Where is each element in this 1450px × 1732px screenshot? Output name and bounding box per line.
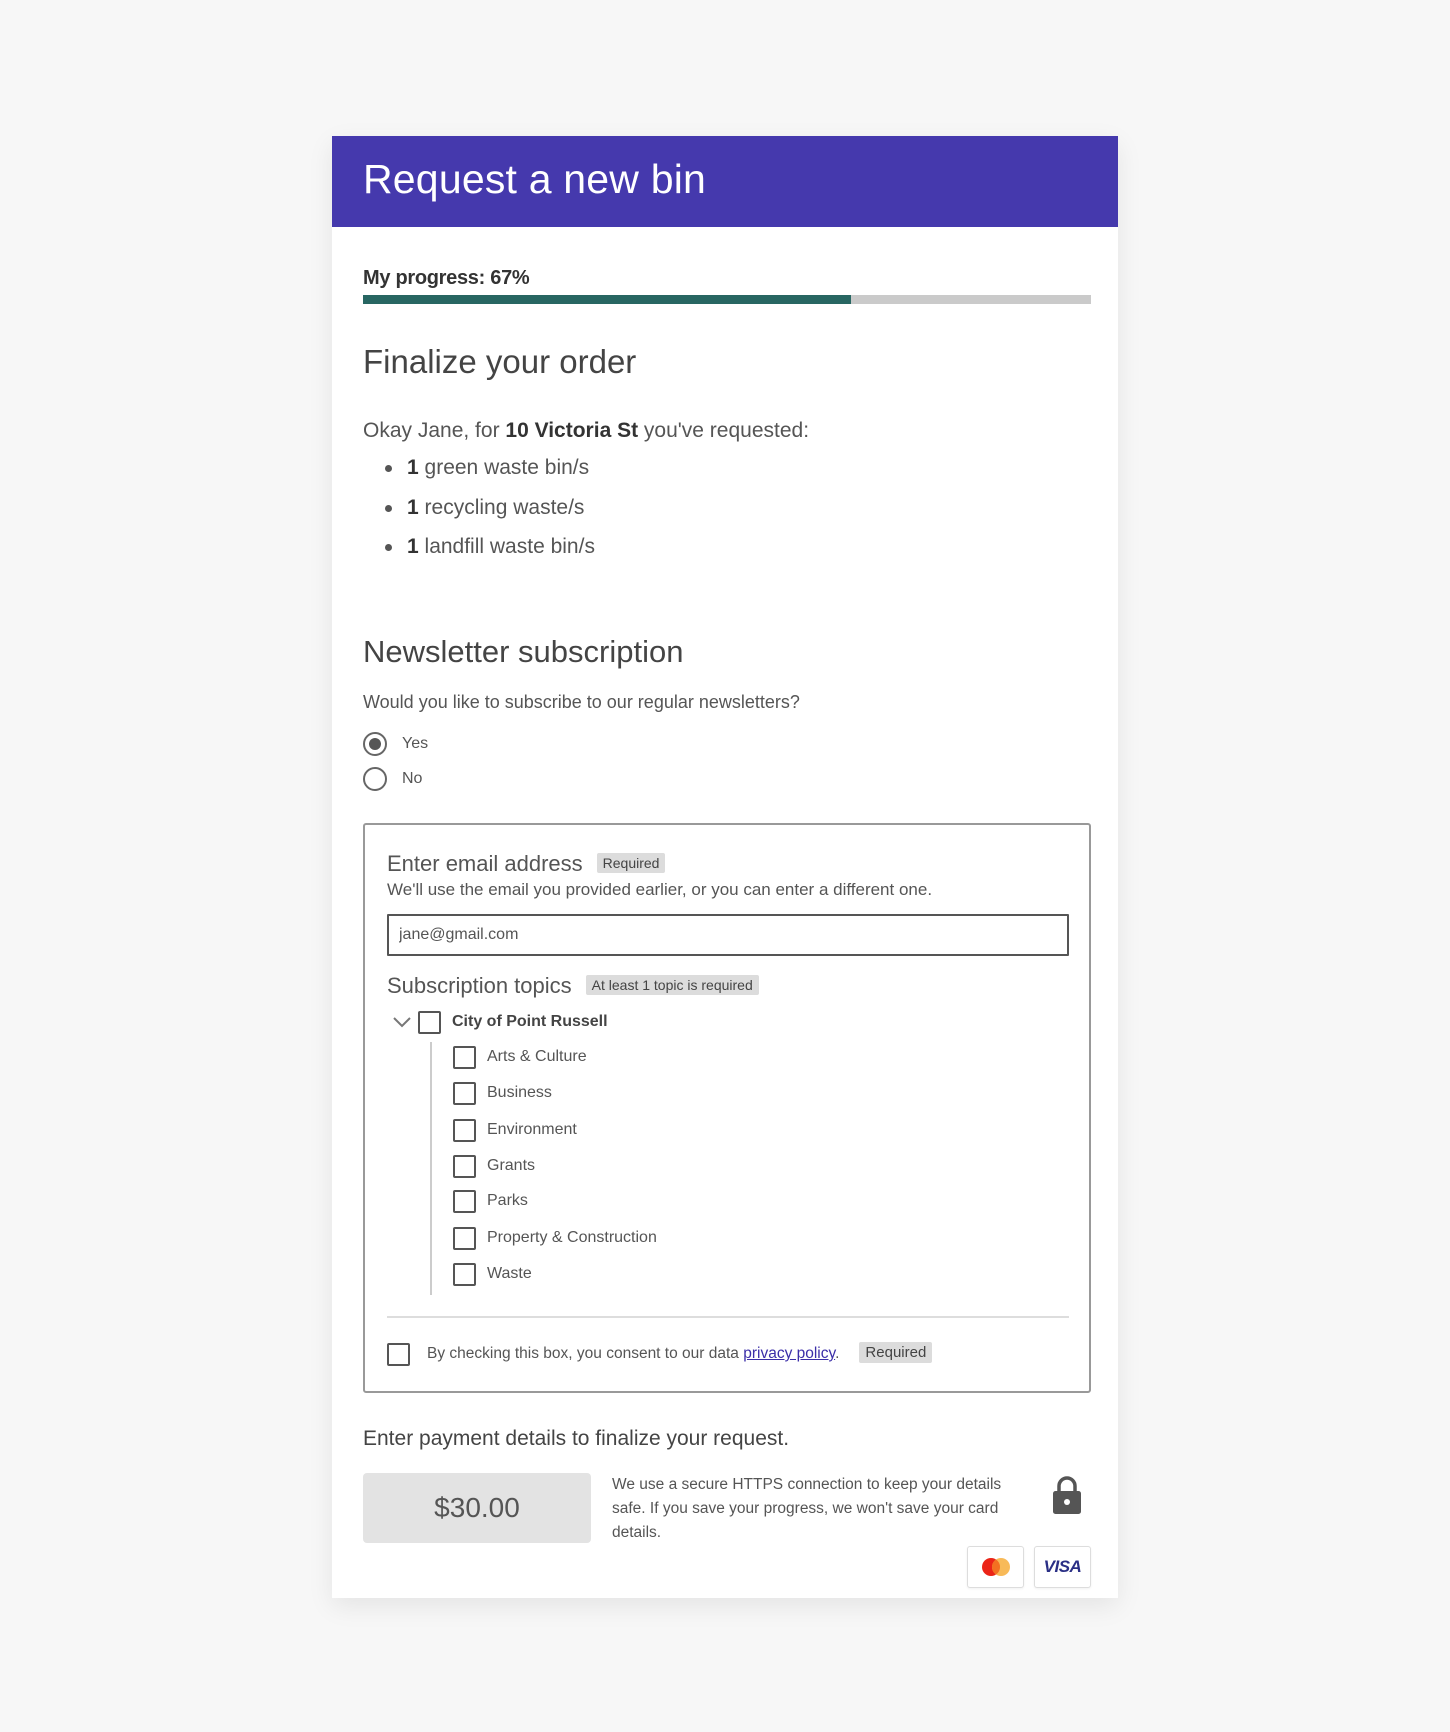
lock-icon <box>1053 1476 1081 1514</box>
topic-label: Waste <box>487 1265 532 1282</box>
radio-label-no: No <box>402 770 423 787</box>
topic-checkbox[interactable] <box>453 1118 476 1142</box>
item-qty: 1 <box>407 456 419 479</box>
progress-bar <box>363 295 1091 304</box>
price-display: $30.00 <box>363 1473 591 1543</box>
order-item: 1 landfill waste bin/s <box>363 534 595 574</box>
tree-connector-line <box>430 1042 432 1295</box>
privacy-policy-link[interactable]: privacy policy <box>743 1345 835 1362</box>
item-qty: 1 <box>407 535 419 558</box>
page-header: Request a new bin <box>332 136 1118 227</box>
topic-item: Business <box>453 1080 552 1106</box>
item-label: recycling waste/s <box>418 495 585 519</box>
topic-checkbox[interactable] <box>453 1189 476 1213</box>
radio-button-no[interactable] <box>363 767 387 791</box>
mastercard-icon <box>967 1546 1024 1588</box>
price-amount: $30.00 <box>434 1492 520 1523</box>
topic-checkbox[interactable] <box>453 1154 476 1178</box>
topic-checkbox[interactable] <box>453 1045 476 1069</box>
topic-checkbox[interactable] <box>453 1226 476 1250</box>
intro-prefix: Okay Jane, for <box>363 419 506 442</box>
page-title: Request a new bin <box>363 156 707 202</box>
item-qty: 1 <box>407 495 419 519</box>
order-intro: Okay Jane, for 10 Victoria St you've req… <box>363 419 809 443</box>
mastercard-logo <box>981 1558 1010 1576</box>
topic-item: Property & Construction <box>453 1225 657 1251</box>
email-label-text: Enter email address <box>387 851 583 876</box>
payment-heading: Enter payment details to finalize your r… <box>363 1427 790 1450</box>
visa-logo-text: VISA <box>1043 1557 1082 1576</box>
radio-label-yes: Yes <box>402 735 429 752</box>
topic-label: Parks <box>487 1192 528 1209</box>
radio-yes[interactable]: Yes <box>363 730 428 758</box>
visa-icon: VISA <box>1034 1546 1091 1588</box>
topic-group-label: City of Point Russell <box>452 1013 608 1030</box>
topic-item: Arts & Culture <box>453 1044 587 1070</box>
consent-prefix: By checking this box, you consent to our… <box>427 1345 744 1362</box>
item-label: landfill waste bin/s <box>418 535 595 558</box>
secure-connection-note: We use a secure HTTPS connection to keep… <box>612 1476 1002 1541</box>
order-item: 1 green waste bin/s <box>363 455 595 495</box>
topic-label: Arts & Culture <box>487 1048 587 1065</box>
email-field-label: Enter email address Required <box>387 851 666 877</box>
checkbox-city-of-point-russell[interactable] <box>418 1010 441 1034</box>
email-input[interactable] <box>387 914 1069 956</box>
topic-checkbox[interactable] <box>453 1081 476 1105</box>
consent-text: By checking this box, you consent to our… <box>427 1345 839 1363</box>
email-description: We'll use the email you provided earlier… <box>387 880 933 899</box>
topic-item: Grants <box>453 1153 535 1179</box>
required-badge: Required <box>596 853 666 874</box>
newsletter-heading: Newsletter subscription <box>363 634 684 669</box>
finalize-heading: Finalize your order <box>363 343 637 380</box>
order-item: 1 recycling waste/s <box>363 495 595 535</box>
order-address: 10 Victoria St <box>505 419 639 442</box>
topic-checkbox[interactable] <box>453 1262 476 1286</box>
progress-bar-fill <box>363 295 851 304</box>
divider <box>387 1316 1069 1318</box>
order-items-list: 1 green waste bin/s 1 recycling waste/s … <box>363 455 595 574</box>
topic-item: Parks <box>453 1188 528 1214</box>
topic-label: Business <box>487 1084 552 1101</box>
consent-row: By checking this box, you consent to our… <box>387 1341 933 1367</box>
topic-label: Environment <box>487 1121 577 1138</box>
topics-label-text: Subscription topics <box>387 973 572 998</box>
progress-label: My progress: 67% <box>363 267 530 289</box>
radio-button-yes[interactable] <box>363 732 387 756</box>
consent-suffix: . <box>835 1345 840 1362</box>
topics-field-label: Subscription topics At least 1 topic is r… <box>387 973 759 999</box>
item-label: green waste bin/s <box>418 456 590 479</box>
form-card: Request a new bin My progress: 67% Final… <box>332 136 1118 1598</box>
subscription-panel: Enter email address Required We'll use th… <box>363 823 1091 1393</box>
topics-required-badge: At least 1 topic is required <box>585 975 759 996</box>
topic-label: Property & Construction <box>487 1229 657 1246</box>
topic-item: Environment <box>453 1117 577 1143</box>
topic-item: Waste <box>453 1261 532 1287</box>
topic-group-city-of-point-russell: City of Point Russell <box>393 1009 608 1035</box>
topic-label: Grants <box>487 1157 536 1174</box>
intro-suffix: you've requested: <box>638 419 810 442</box>
chevron-down-icon[interactable] <box>393 1016 411 1028</box>
newsletter-question: Would you like to subscribe to our regul… <box>363 692 800 712</box>
consent-checkbox[interactable] <box>387 1342 410 1366</box>
consent-required-badge: Required <box>859 1341 933 1363</box>
radio-no[interactable]: No <box>363 765 422 793</box>
